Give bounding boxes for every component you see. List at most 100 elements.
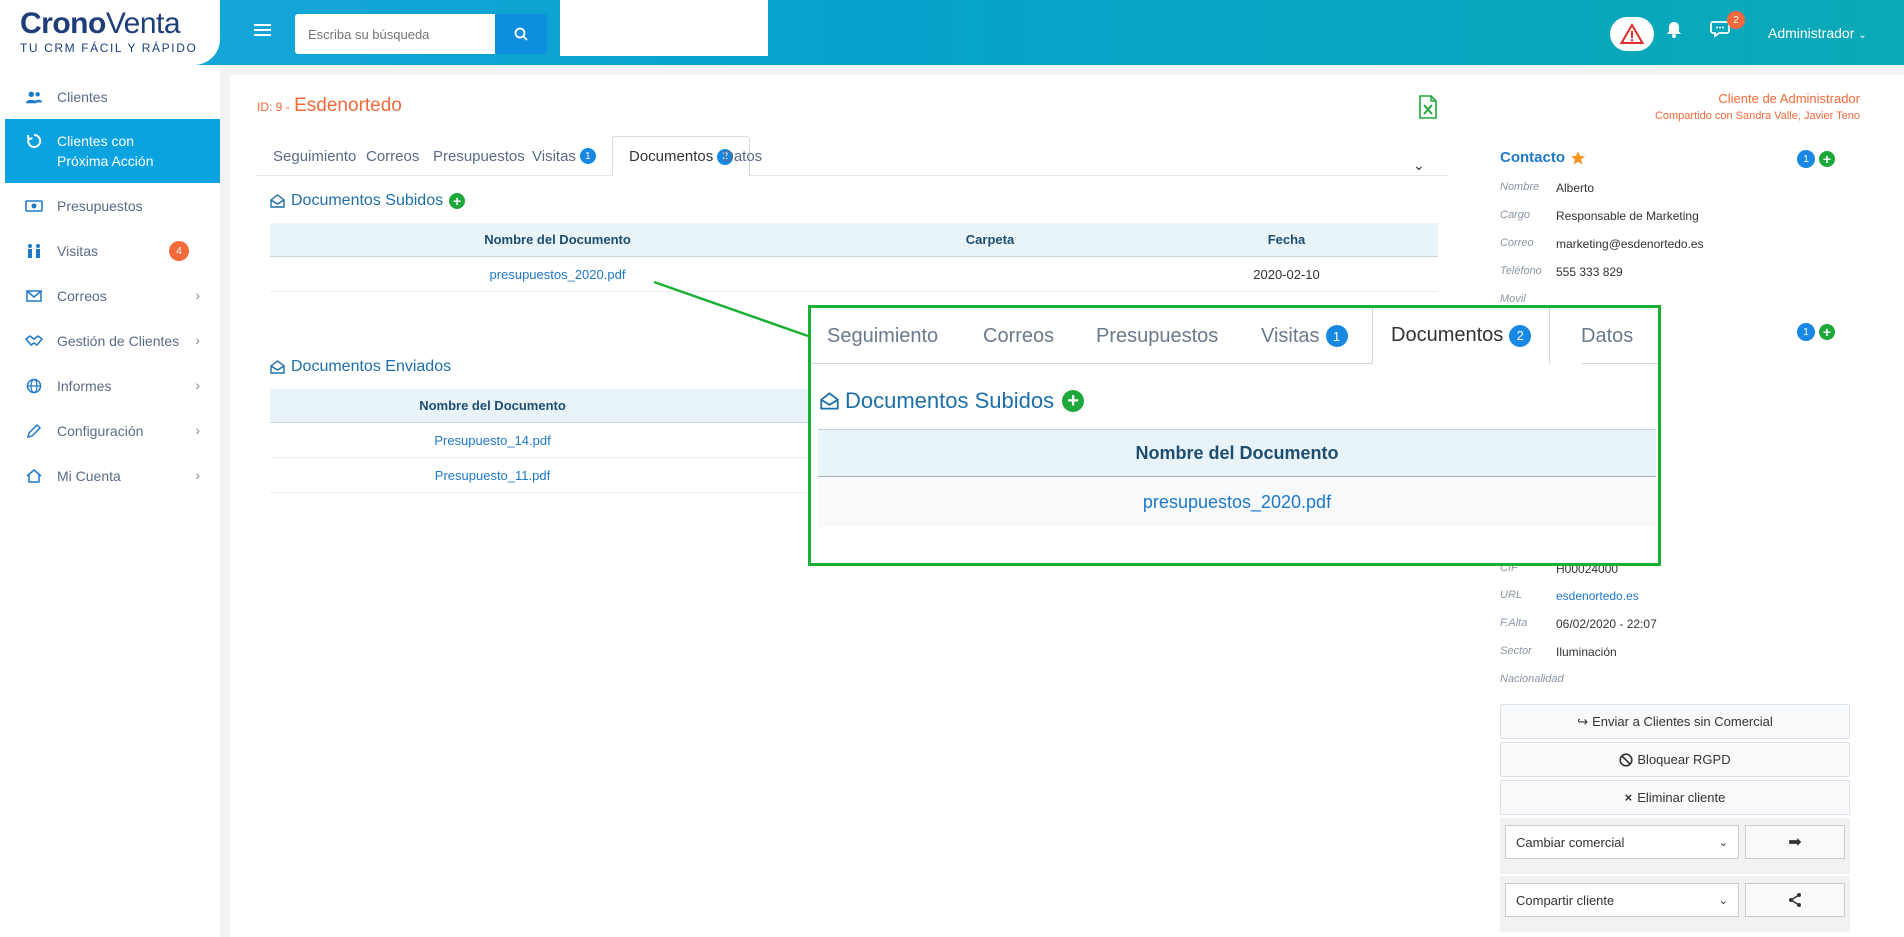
sent-docs-title: Documentos Enviados [270, 358, 451, 376]
money-icon [25, 197, 43, 215]
button-label: Bloquear RGPD [1637, 752, 1731, 767]
client-id: ID: 9 - [257, 100, 290, 114]
tab-documentos[interactable]: Documentos 2 [1372, 308, 1551, 364]
menu-toggle-icon[interactable] [254, 24, 271, 38]
client-heading: ID: 9 - Esdenortedo [257, 95, 402, 117]
sidebar-item-visitas[interactable]: Visitas 4 [5, 228, 220, 273]
globe-icon [25, 377, 43, 395]
section-title-text: Documentos Subidos [845, 388, 1055, 413]
client-shared: Compartido con Sandra Valle, Javier Teno [1654, 110, 1860, 122]
chevron-down-icon: ⌄ [1858, 30, 1867, 41]
people-icon [25, 242, 43, 260]
sidebar-item-label: Informes [57, 377, 112, 394]
tab-count-badge: 2 [1509, 324, 1532, 347]
tab-underline [811, 363, 1372, 364]
sidebar-item-label: Presupuestos [57, 197, 143, 214]
tab-correos[interactable]: Correos [983, 308, 1054, 364]
select-value: Cambiar comercial [1516, 834, 1625, 850]
add-document-button[interactable]: + [449, 193, 466, 209]
tab-count-badge: 1 [1325, 325, 1348, 347]
tab-label: Seguimiento [273, 147, 357, 165]
tab-label: Datos [723, 147, 763, 165]
logo[interactable]: CronoVenta TU CRM FÁCIL Y RÁPIDO [0, 0, 220, 65]
tab-datos[interactable]: Datos [707, 136, 778, 176]
share-client-select[interactable]: Compartir cliente ⌄ [1505, 883, 1739, 917]
alert-button[interactable] [1610, 17, 1654, 51]
share-arrow-icon: ↪ [1577, 713, 1589, 729]
uploaded-table-header: Nombre del Documento Carpeta Fecha [270, 223, 1438, 257]
search-button[interactable] [495, 14, 547, 54]
uploaded-docs-title: Documentos Subidos + [270, 192, 466, 210]
sidebar-item-gestion-clientes[interactable]: Gestión de Clientes › [5, 318, 220, 363]
tab-label: Documentos [1391, 324, 1504, 346]
apply-change-sales-button[interactable]: ➡ [1745, 825, 1845, 859]
tab-label: Visitas [532, 147, 576, 165]
block-rgpd-button[interactable]: Bloquear RGPD [1500, 742, 1850, 777]
pencil-icon [25, 422, 43, 440]
delete-client-button[interactable]: × Eliminar cliente [1500, 780, 1850, 815]
document-folder [845, 257, 1135, 291]
tab-label: Seguimiento [827, 324, 939, 347]
document-link[interactable]: presupuestos_2020.pdf [818, 477, 1656, 527]
sidebar-item-label: Mi Cuenta [57, 467, 121, 484]
blank-banner [560, 0, 768, 56]
warning-icon [1620, 23, 1644, 44]
sidebar-item-configuracion[interactable]: Configuración › [5, 408, 220, 453]
share-icon [1789, 893, 1801, 907]
ban-icon [1619, 752, 1633, 767]
sidebar-item-label: Clientes con Próxima Acción [57, 133, 154, 169]
send-to-no-sales-button[interactable]: ↪ Enviar a Clientes sin Comercial [1500, 704, 1850, 739]
sidebar-item-correos[interactable]: Correos › [5, 273, 220, 318]
sidebar-item-label: Configuración [57, 422, 144, 439]
button-label: Eliminar cliente [1637, 790, 1726, 805]
add-document-button[interactable]: + [1062, 390, 1085, 412]
sidebar-item-mi-cuenta[interactable]: Mi Cuenta › [5, 453, 220, 498]
tab-datos[interactable]: Datos [1581, 308, 1633, 364]
add-company-button[interactable]: + [1819, 324, 1835, 340]
tab-presupuestos[interactable]: Presupuestos [1096, 308, 1218, 364]
tab-visitas[interactable]: Visitas 1 [1261, 308, 1348, 364]
sidebar-item-informes[interactable]: Informes › [5, 363, 220, 408]
document-link[interactable]: presupuestos_2020.pdf [270, 257, 845, 291]
zoom-callout: Seguimiento Correos Presupuestos Visitas… [808, 305, 1661, 566]
col-header: Nombre del Documento [419, 398, 566, 413]
sidebar-item-presupuestos[interactable]: Presupuestos [5, 183, 220, 228]
chevron-down-icon: ⌄ [1718, 836, 1728, 849]
chevron-down-icon: ⌄ [1718, 894, 1728, 907]
sidebar-item-label: Clientes [57, 88, 108, 105]
bell-icon [1667, 22, 1681, 38]
home-icon [25, 467, 43, 485]
search-input[interactable] [295, 14, 495, 54]
add-contact-button[interactable]: + [1819, 151, 1835, 167]
section-title-text: Documentos Subidos [291, 192, 444, 209]
user-menu[interactable]: Administrador ⌄ [1768, 25, 1867, 41]
collapse-chevron-icon[interactable]: ⌄ [1413, 157, 1425, 174]
tab-label: Documentos [629, 148, 714, 165]
logo-part1: Crono [20, 7, 106, 40]
sidebar-item-proxima-accion[interactable]: Clientes con Próxima Acción [5, 119, 220, 183]
section-title-text: Documentos Enviados [291, 358, 452, 375]
visitas-count-badge: 4 [169, 241, 189, 261]
excel-icon [1419, 95, 1437, 119]
share-client-button[interactable] [1745, 883, 1845, 917]
tab-label: Correos [366, 147, 420, 165]
document-link[interactable]: Presupuesto_11.pdf [270, 458, 715, 492]
chat-count-badge: 2 [1727, 11, 1745, 29]
client-owner: Cliente de Administrador [1718, 91, 1860, 106]
sidebar-item-label: Correos [57, 287, 107, 304]
change-sales-select[interactable]: Cambiar comercial ⌄ [1505, 825, 1739, 859]
sidebar-item-clientes[interactable]: Clientes [5, 74, 220, 119]
arrow-right-icon: ➡ [1788, 834, 1802, 851]
tab-label: Presupuestos [1096, 324, 1219, 347]
envelope-open-icon [270, 360, 285, 374]
client-name: Esdenortedo [294, 95, 402, 116]
document-link[interactable]: Presupuesto_14.pdf [270, 423, 715, 457]
chevron-right-icon: › [195, 332, 200, 348]
chevron-right-icon: › [195, 287, 200, 303]
tab-label: Presupuestos [433, 147, 525, 165]
excel-export-button[interactable] [1418, 95, 1438, 124]
logo-tagline: TU CRM FÁCIL Y RÁPIDO [20, 41, 198, 55]
tab-seguimiento[interactable]: Seguimiento [827, 308, 938, 364]
notifications-button[interactable] [1665, 20, 1683, 44]
tab-visitas[interactable]: Visitas 1 [516, 136, 612, 176]
